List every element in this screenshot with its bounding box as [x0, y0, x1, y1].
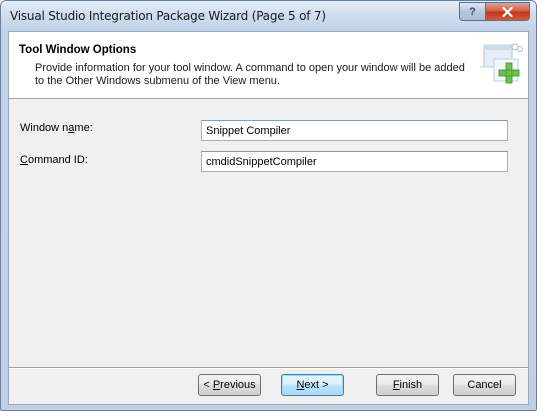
- wizard-add-icon: [480, 43, 523, 84]
- help-button[interactable]: ?: [459, 2, 486, 21]
- finish-button[interactable]: Finish: [376, 374, 439, 396]
- cancel-button[interactable]: Cancel: [453, 374, 516, 396]
- wizard-client-area: Tool Window Options Provide information …: [8, 31, 529, 405]
- command-id-label: Command ID:: [20, 154, 88, 166]
- page-description: Provide information for your tool window…: [35, 62, 465, 87]
- command-id-input[interactable]: [201, 151, 508, 172]
- previous-button[interactable]: < Previous: [198, 374, 261, 396]
- close-button[interactable]: [486, 2, 530, 21]
- page-header: Tool Window Options Provide information …: [9, 32, 528, 99]
- wizard-window: Visual Studio Integration Package Wizard…: [0, 0, 537, 411]
- window-name-input[interactable]: [201, 120, 508, 141]
- close-icon: [502, 6, 513, 17]
- window-name-label: Window name:: [20, 122, 93, 134]
- caption-buttons: ?: [459, 2, 530, 21]
- help-icon: ?: [469, 5, 476, 18]
- window-title: Visual Studio Integration Package Wizard…: [10, 9, 326, 23]
- next-button[interactable]: Next >: [281, 374, 344, 396]
- footer-divider: [9, 367, 528, 369]
- page-title: Tool Window Options: [19, 44, 137, 56]
- title-bar[interactable]: Visual Studio Integration Package Wizard…: [1, 1, 536, 31]
